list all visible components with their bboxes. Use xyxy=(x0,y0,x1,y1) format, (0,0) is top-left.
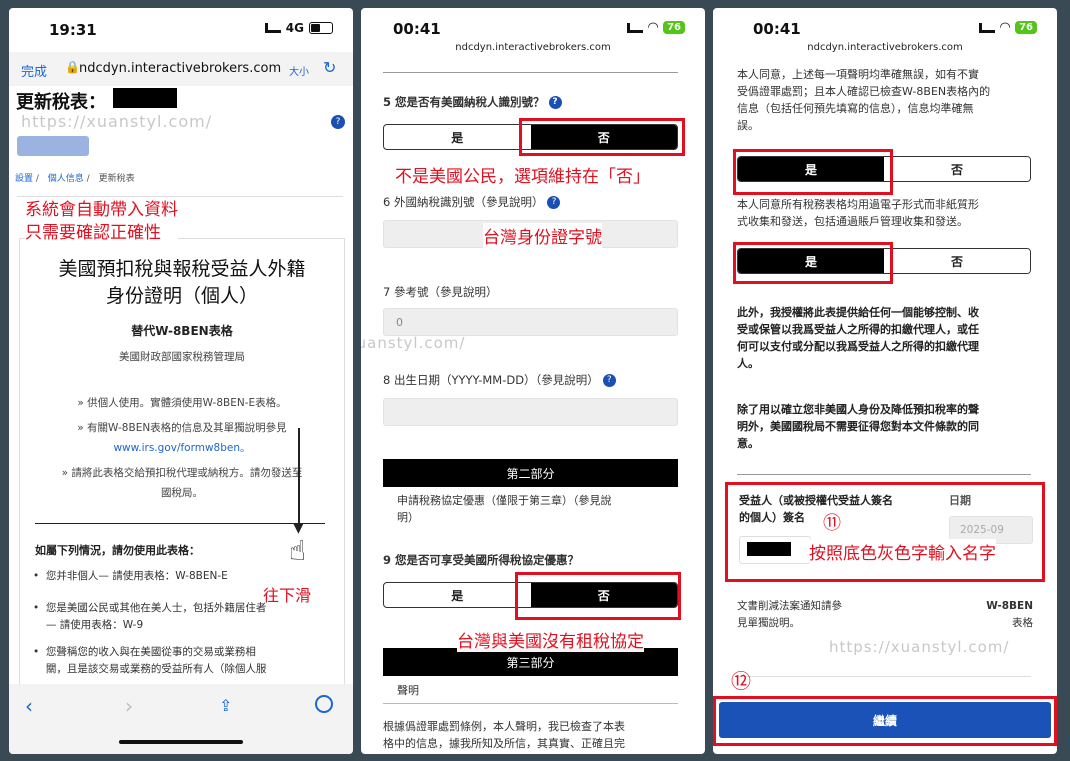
form-title: 美國預扣稅與報稅受益人外籍 身份證明（個人） xyxy=(58,258,306,307)
annotation-enter-name: 按照底色灰色字輸入名字 xyxy=(809,539,996,564)
date-label: 日期 xyxy=(949,494,971,507)
authorization-text: 此外，我授權將此表提供給任何一個能够控制、收 受或保管以我爲受益人之所得的扣繳代理… xyxy=(737,306,979,370)
help-icon[interactable]: ? xyxy=(331,115,345,129)
watermark: https://xuanstyl.com/ xyxy=(21,112,213,131)
back-icon[interactable]: ‹ xyxy=(25,694,33,718)
paperwork-notice: 文書削減法案通知請參 見單獨說明。 xyxy=(737,600,842,629)
form-bullets: » 供個人使用。實體須使用W-8BEN-E表格。 » 有關W-8BEN表格的信息… xyxy=(19,393,345,503)
q8-label: 8 出生日期（YYYY-MM-DD）（參見說明）? xyxy=(383,372,616,388)
compass-icon[interactable] xyxy=(315,695,333,713)
continue-button[interactable]: 繼續 xyxy=(719,702,1051,738)
reference-field[interactable]: 0 xyxy=(383,308,678,336)
breadcrumb-current: 更新稅表 xyxy=(98,174,135,184)
q9-label: 9 您是否可享受美國所得稅協定優惠？ xyxy=(383,553,580,567)
annotation-not-us-citizen: 不是美國公民，選項維持在「否」 xyxy=(395,162,650,187)
redacted-name xyxy=(113,88,177,108)
status-bar: 19:31 4G xyxy=(9,8,353,52)
wifi-icon: ◠ xyxy=(648,20,659,35)
text-size-button[interactable]: 大小 xyxy=(289,63,309,78)
q5-yes[interactable]: 是 xyxy=(384,125,531,149)
url-text[interactable]: ndcdyn.interactivebrokers.com xyxy=(713,42,1057,53)
accuracy-no[interactable]: 否 xyxy=(884,157,1030,181)
hand-swipe-icon: ☝ xyxy=(289,534,307,567)
breadcrumb-personal[interactable]: 個人信息 xyxy=(48,174,84,184)
electronic-no[interactable]: 否 xyxy=(884,249,1030,273)
birth-date-field[interactable] xyxy=(383,398,678,426)
help-icon: ? xyxy=(547,196,561,209)
declaration-text: 根據僞證罪處罰條例，本人聲明，我已檢查了本表 格中的信息，據我所知及所信，其真實、… xyxy=(383,720,625,750)
annotation-no-treaty: 台灣與美國沒有租稅協定 xyxy=(457,627,644,652)
lock-icon: 🔒 xyxy=(65,60,80,74)
account-badge xyxy=(17,136,89,156)
part2-description: 申請稅務協定優惠（僅限于第三章）（參見說 明） xyxy=(397,494,612,524)
phone-screen-3: 00:41 ◠ 76 ndcdyn.interactivebrokers.com … xyxy=(713,8,1057,754)
breadcrumb: 設置 / 個人信息 / 更新稅表 xyxy=(15,174,135,184)
browser-toolbar: ‹ › ⇪ xyxy=(9,684,353,754)
part2-header: 第二部分 xyxy=(383,459,678,487)
signal-icon xyxy=(627,22,644,33)
network-label: 4G xyxy=(285,21,304,35)
electronic-consent-text: 本人同意所有稅務表格均用過電子形式而非紙質形 式收集和發送，包括通過賬戶管理收集和… xyxy=(737,198,979,228)
page-title: 更新稅表： xyxy=(16,92,106,113)
irs-consent-text: 除了用以確立您非美國人身份及降低預扣稅率的聲 明外，美國國稅局不需要征得您對本文件… xyxy=(737,403,979,450)
step-number-12: ⑫ xyxy=(731,669,751,693)
q9-yes[interactable]: 是 xyxy=(384,583,531,607)
annotation-scroll-down: 往下滑 xyxy=(263,586,312,605)
q5-label: 5 您是否有美國納稅人識別號？? xyxy=(383,94,562,110)
clock: 00:41 xyxy=(393,20,441,38)
highlight-box xyxy=(733,149,893,195)
watermark: https://xuanstyl.com/ xyxy=(829,638,1010,656)
step-number-11: ⑪ xyxy=(823,513,841,534)
battery-icon xyxy=(309,22,333,34)
browser-address-bar: 完成 🔒 ndcdyn.interactivebrokers.com 大小 ↻ xyxy=(9,52,353,86)
agency: 美國財政部國家稅務管理局 xyxy=(119,351,245,363)
home-indicator xyxy=(119,740,243,744)
declaration-label: 聲明 xyxy=(397,684,419,697)
forward-icon[interactable]: › xyxy=(125,694,133,718)
clock: 19:31 xyxy=(49,21,97,39)
wifi-icon: ◠ xyxy=(1000,20,1011,35)
annotation-taiwan-id: 台灣身份證字號 xyxy=(483,223,602,248)
help-icon: ? xyxy=(602,374,616,387)
scroll-arrow xyxy=(298,428,300,528)
clock: 00:41 xyxy=(753,20,801,38)
irs-link[interactable]: www.irs.gov/formw8ben。 xyxy=(19,438,345,458)
accuracy-statement: 本人同意，上述每一項聲明均準確無誤，如有不實 受僞證罪處罰；且本人確認已檢查W-8… xyxy=(737,68,991,132)
form-name: W-8BEN 表格 xyxy=(986,600,1033,629)
q7-label: 7 參考號（參見說明） xyxy=(383,285,498,299)
share-icon[interactable]: ⇪ xyxy=(219,696,232,715)
done-button[interactable]: 完成 xyxy=(21,61,47,80)
annotation-autofill: 系統會自動帶入資料 只需要確認正確性 xyxy=(25,199,178,245)
signature-label: 受益人（或被授權代受益人簽名 的個人）簽名 xyxy=(739,494,893,524)
highlight-box xyxy=(733,242,893,284)
url-text[interactable]: ndcdyn.interactivebrokers.com xyxy=(361,42,705,53)
battery-level: 76 xyxy=(1015,21,1037,34)
form-subtitle: 替代W-8BEN表格 xyxy=(131,324,233,338)
signal-icon xyxy=(979,22,996,33)
q6-label: 6 外國納稅識別號（參見說明）? xyxy=(383,194,561,210)
phone-screen-2: 00:41 ◠ 76 ndcdyn.interactivebrokers.com … xyxy=(361,8,705,754)
url-text[interactable]: ndcdyn.interactivebrokers.com xyxy=(79,61,281,76)
list-heading: 如屬下列情況，請勿使用此表格： xyxy=(35,544,200,557)
reload-icon[interactable]: ↻ xyxy=(323,58,336,77)
highlight-box xyxy=(519,118,685,156)
help-icon: ? xyxy=(548,96,562,109)
highlight-box xyxy=(515,572,681,620)
phone-screen-1: 19:31 4G 完成 🔒 ndcdyn.interactivebrokers.… xyxy=(9,8,353,754)
redacted-signature xyxy=(747,542,791,556)
signal-icon xyxy=(264,23,281,33)
watermark: https://xuanstyl.com/ xyxy=(361,334,466,352)
part3-header: 第三部分 xyxy=(383,648,678,676)
battery-level: 76 xyxy=(663,21,685,34)
breadcrumb-settings[interactable]: 設置 xyxy=(15,174,33,184)
